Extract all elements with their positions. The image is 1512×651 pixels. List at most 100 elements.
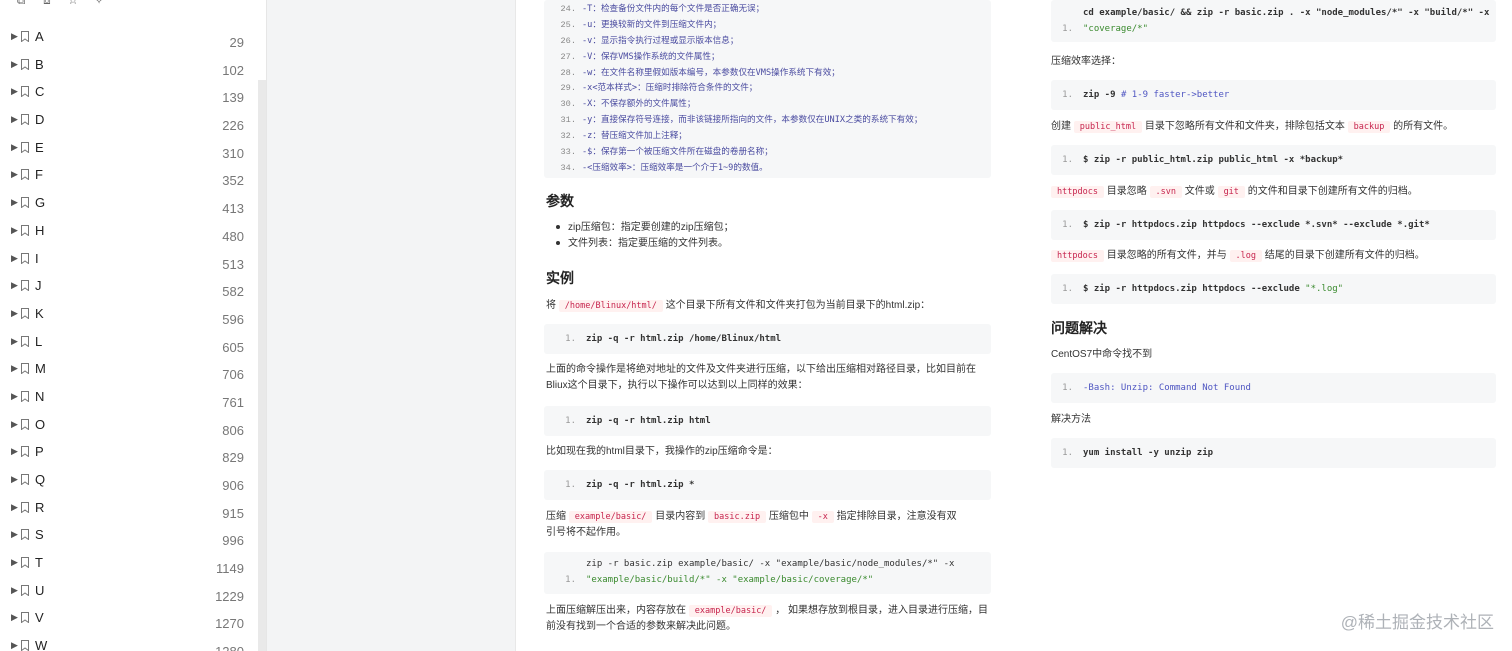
sidebar-item-count: 352 — [222, 173, 244, 189]
sidebar-item-o[interactable]: ▶ O 806 — [0, 412, 258, 440]
sidebar-item-s[interactable]: ▶ S 996 — [0, 522, 258, 550]
paragraph: 创建 public_html 目录下忽略所有文件和文件夹，排除包括文本 back… — [1051, 121, 1454, 133]
sidebar-item-g[interactable]: ▶ G 413 — [0, 190, 258, 218]
paragraph: 将 /home/Blinux/html/ 这个目录下所有文件和文件夹打包为当前目… — [546, 300, 931, 312]
sidebar-scrollbar[interactable] — [258, 80, 266, 651]
section-heading-problem: 问题解决 — [1051, 320, 1107, 336]
sidebar-item-r[interactable]: ▶ R 915 — [0, 495, 258, 523]
sidebar-item-h[interactable]: ▶ H 480 — [0, 218, 258, 246]
sidebar-item-label: B — [35, 56, 44, 72]
chevron-right-icon[interactable]: ▶ — [11, 225, 18, 236]
sidebar-item-w[interactable]: ▶ W 1280 — [0, 633, 258, 651]
sidebar-item-count: 310 — [222, 145, 244, 161]
chevron-right-icon[interactable]: ▶ — [11, 308, 18, 319]
code-line: 31. -y：直接保存符号连接，而非该链接所指向的文件，本参数仅在UNIX之类的系… — [560, 115, 923, 126]
chevron-right-icon[interactable]: ▶ — [11, 114, 18, 125]
sidebar-item-e[interactable]: ▶ E 310 — [0, 135, 258, 163]
bookmark-icon — [21, 280, 29, 292]
chevron-right-icon[interactable]: ▶ — [11, 280, 18, 291]
chevron-right-icon[interactable]: ▶ — [11, 197, 18, 208]
duplicate-icon[interactable]: ⧈ — [40, 0, 54, 7]
sidebar-item-b[interactable]: ▶ B 102 — [0, 52, 258, 80]
bookmark-icon — [21, 86, 29, 98]
sidebar-item-m[interactable]: ▶ M 706 — [0, 356, 258, 384]
inline-code: /home/Blinux/html/ — [558, 300, 663, 312]
sidebar-item-d[interactable]: ▶ D 226 — [0, 107, 258, 135]
chevron-right-icon[interactable]: ▶ — [11, 585, 18, 596]
param-list: zip压缩包：指定要创建的zip压缩包； 文件列表：指定要压缩的文件列表。 — [556, 220, 734, 252]
code-line: 28. -w：在文件名称里假如版本编号，本参数仅在VMS操作系统下有效； — [560, 67, 840, 78]
code-line: 30. -X：不保存额外的文件属性； — [560, 99, 696, 110]
paragraph: 解决方法 — [1051, 414, 1091, 425]
sidebar-item-count: 829 — [222, 450, 244, 466]
sidebar-item-label: W — [35, 638, 48, 651]
chevron-right-icon[interactable]: ▶ — [11, 253, 18, 264]
sidebar-item-q[interactable]: ▶ Q 906 — [0, 467, 258, 495]
bookmark-icon — [21, 363, 29, 375]
paragraph: CentOS7中命令找不到 — [1051, 349, 1153, 360]
paragraph: 压缩 example/basic/ 目录内容到 basic.zip 压缩包中 -… — [546, 511, 957, 538]
code-block: 1. $ zip -r public_html.zip public_html -… — [1051, 145, 1496, 175]
code-block: 1. -Bash: Unzip: Command Not Found — [1051, 373, 1496, 403]
bookmark-icon — [21, 252, 29, 264]
code-block: 1. $ zip -r httpdocs.zip httpdocs --exclu… — [1051, 274, 1496, 304]
sidebar-item-count: 1270 — [215, 616, 244, 632]
chevron-right-icon[interactable]: ▶ — [11, 142, 18, 153]
code-line: 32. -z：替压缩文件加上注释； — [560, 131, 687, 142]
chevron-right-icon[interactable]: ▶ — [11, 363, 18, 374]
bookmark-list: ▶ A 29 ▶ B 102 ▶ C 139 ▶ D 226 ▶ E 310 ▶ F 352 ▶ G 413 ▶ H 480 ▶… — [0, 24, 258, 651]
chevron-right-icon[interactable]: ▶ — [11, 529, 18, 540]
sidebar-item-c[interactable]: ▶ C 139 — [0, 79, 258, 107]
chevron-right-icon[interactable]: ▶ — [11, 474, 18, 485]
code-block: 1. zip -q -r html.zip html — [544, 406, 991, 436]
bookmark-icon — [21, 58, 29, 70]
chevron-right-icon[interactable]: ▶ — [11, 169, 18, 180]
code-line: 34. -<压缩效率>：压缩效率是一个介于1~9的数值。 — [560, 162, 768, 173]
code-block: 1. $ zip -r httpdocs.zip httpdocs --exclu… — [1051, 210, 1496, 240]
chevron-right-icon[interactable]: ▶ — [11, 612, 18, 623]
sidebar-item-count: 1280 — [215, 644, 244, 651]
sidebar-item-f[interactable]: ▶ F 352 — [0, 162, 258, 190]
sidebar-item-count: 139 — [222, 90, 244, 106]
chevron-right-icon[interactable]: ▶ — [11, 419, 18, 430]
chevron-right-icon[interactable]: ▶ — [11, 640, 18, 651]
sidebar-item-n[interactable]: ▶ N 761 — [0, 384, 258, 412]
sidebar-item-count: 906 — [222, 478, 244, 493]
sidebar-item-l[interactable]: ▶ L 605 — [0, 329, 258, 357]
chevron-right-icon[interactable]: ▶ — [11, 336, 18, 347]
sidebar-item-label: D — [35, 112, 45, 128]
document-page-right: cd example/basic/ && zip -r basic.zip . … — [1021, 0, 1512, 651]
bookmark-icon — [21, 418, 29, 430]
sidebar-item-label: I — [35, 250, 39, 266]
sidebar-item-label: S — [35, 527, 44, 543]
chevron-right-icon[interactable]: ▶ — [11, 59, 18, 70]
sidebar-item-a[interactable]: ▶ A 29 — [0, 24, 258, 52]
sidebar-item-p[interactable]: ▶ P 829 — [0, 439, 258, 467]
bookmark-add-icon[interactable]: ☆ — [66, 0, 80, 7]
chevron-right-icon[interactable]: ▶ — [11, 86, 18, 97]
code-block: 1. zip -q -r html.zip /home/Blinux/html — [544, 324, 991, 354]
sidebar-item-count: 996 — [222, 533, 244, 549]
sidebar-item-label: L — [35, 333, 43, 349]
sidebar-item-k[interactable]: ▶ K 596 — [0, 301, 258, 329]
copy-icon[interactable]: ⧉ — [14, 0, 28, 7]
sidebar-item-label: R — [35, 499, 45, 515]
sidebar-item-v[interactable]: ▶ V 1270 — [0, 605, 258, 633]
chevron-right-icon[interactable]: ▶ — [11, 446, 18, 457]
bookmark-icon — [21, 640, 29, 651]
chevron-right-icon[interactable]: ▶ — [11, 502, 18, 513]
sidebar-item-j[interactable]: ▶ J 582 — [0, 273, 258, 301]
sidebar-item-u[interactable]: ▶ U 1229 — [0, 578, 258, 606]
code-line: 29. -x<范本样式>：压缩时排除符合条件的文件； — [560, 83, 758, 94]
chevron-right-icon[interactable]: ▶ — [11, 391, 18, 402]
sidebar-item-label: V — [35, 610, 44, 626]
bookmark-icon[interactable]: ✧ — [92, 0, 106, 7]
code-line: 25. -u：更换较新的文件到压缩文件内； — [560, 19, 722, 30]
chevron-right-icon[interactable]: ▶ — [11, 31, 18, 42]
chevron-right-icon[interactable]: ▶ — [11, 557, 18, 568]
sidebar-item-count: 226 — [222, 118, 244, 134]
sidebar-item-i[interactable]: ▶ I 513 — [0, 246, 258, 274]
sidebar-item-t[interactable]: ▶ T 1149 — [0, 550, 258, 578]
paragraph: 上面的命令操作是将绝对地址的文件及文件夹进行压缩，以下给出压缩相对路径目录，比如… — [546, 364, 976, 391]
paragraph: 压缩效率选择： — [1051, 56, 1121, 67]
